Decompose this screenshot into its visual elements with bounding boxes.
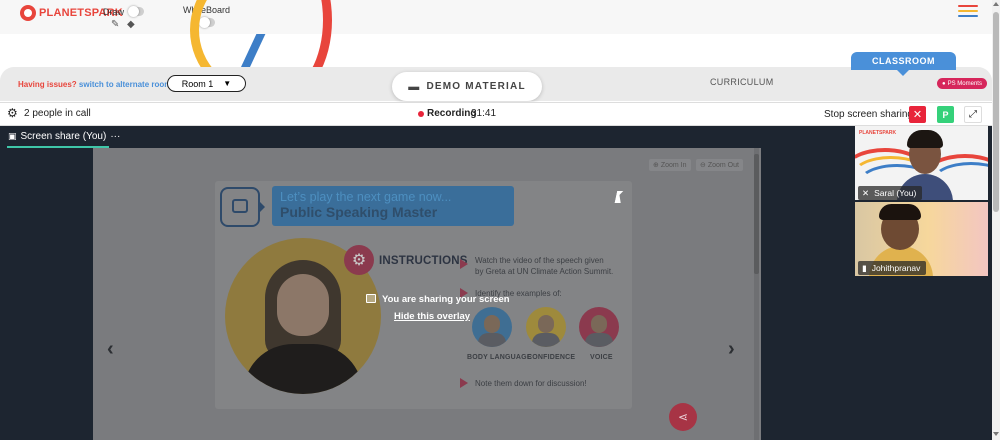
recording-label: Recording: [427, 108, 477, 119]
close-icon: ✕: [912, 109, 923, 121]
screen-share-tab-label: Screen share (You): [20, 131, 107, 142]
stop-screen-sharing-label[interactable]: Stop screen sharing: [824, 109, 913, 120]
folder-icon: ▬: [408, 80, 421, 93]
microphone-icon: ▮: [862, 262, 867, 273]
classroom-tab-label: CLASSROOM: [872, 56, 935, 66]
screen-share-icon: ▣: [8, 131, 17, 141]
p-badge-label: P: [942, 109, 949, 120]
example-label-voice: VOICE: [590, 354, 613, 361]
tile-brand-logo: PLANETSPARK: [859, 130, 897, 136]
instruction-3: Note them down for discussion!: [475, 379, 587, 388]
example-label-body-language: BODY LANGUAGE: [467, 354, 532, 361]
issue-notice: Having issues? switch to alternate room: [18, 80, 171, 89]
eraser-icon[interactable]: ◆: [127, 20, 135, 30]
mic-muted-icon: ✕: [862, 187, 870, 198]
top-toolbar: [0, 0, 992, 34]
curriculum-tab[interactable]: CURRICULUM: [710, 77, 774, 87]
share-icon[interactable]: ⋖: [669, 403, 697, 431]
room-select-value: Room 1: [181, 78, 214, 89]
zoom-in-label: Zoom In: [660, 162, 687, 169]
instruction-1-line2: by Greta at UN Climate Action Summit.: [475, 267, 614, 276]
hide-overlay-link[interactable]: Hide this overlay: [394, 311, 470, 322]
settings-gear-icon[interactable]: ⚙: [7, 106, 18, 120]
participant-name-label: Saral (You): [874, 188, 917, 198]
switch-room-link[interactable]: switch to alternate room: [79, 80, 171, 89]
participant-p-button[interactable]: P: [937, 106, 954, 123]
demo-material-button[interactable]: ▬ DEMO MATERIAL: [392, 72, 542, 101]
people-in-call: 2 people in call: [24, 108, 91, 119]
stop-sharing-button[interactable]: ✕: [909, 106, 926, 123]
hamburger-menu-icon[interactable]: [958, 5, 978, 19]
recording-dot-icon: [418, 111, 424, 117]
slide-title-line2: Public Speaking Master: [280, 204, 438, 220]
classroom-tab[interactable]: CLASSROOM: [851, 52, 956, 76]
pencil-icon[interactable]: ✎: [111, 20, 119, 30]
instruction-1-line1: Watch the video of the speech given: [475, 256, 604, 265]
example-body-language-image: [472, 307, 512, 347]
share-screen-icon: [366, 294, 376, 303]
room-select[interactable]: Room 1 ▼: [167, 75, 246, 92]
slide-scrollbar-thumb[interactable]: [754, 154, 759, 274]
bullet-triangle-icon: [460, 259, 468, 269]
planet-logo-icon: [20, 5, 36, 21]
participant-name-self: ✕ Saral (You): [858, 186, 923, 200]
ps-moments-button[interactable]: ● PS Moments: [937, 78, 987, 89]
zoom-in-button[interactable]: ⊕ Zoom In: [649, 159, 691, 171]
instructions-title: INSTRUCTIONS: [379, 255, 468, 267]
expand-icon: ⤢: [969, 109, 977, 120]
zoom-out-label: Zoom Out: [707, 162, 739, 169]
more-options-icon[interactable]: ···: [110, 131, 120, 142]
draw-label: Draw: [103, 7, 125, 17]
slide-title-line1: Let’s play the next game now...: [280, 190, 452, 204]
participant-name-label: Johithpranav: [871, 263, 921, 273]
bullet-triangle-icon: [460, 378, 468, 388]
slide-title-banner: Let’s play the next game now... Public S…: [272, 186, 514, 226]
draw-toggle[interactable]: [128, 6, 144, 17]
example-label-confidence: CONFIDENCE: [527, 354, 576, 361]
caret-down-icon: ▼: [223, 79, 232, 88]
previous-slide-chevron-icon[interactable]: ‹: [107, 338, 114, 361]
page-scrollbar-thumb[interactable]: [993, 12, 999, 212]
recording-timer: 31:41: [471, 108, 497, 119]
issue-prefix: Having issues?: [18, 80, 77, 89]
next-slide-chevron-icon[interactable]: ›: [728, 338, 735, 361]
demo-material-label: DEMO MATERIAL: [426, 81, 526, 92]
ps-moments-label: PS Moments: [947, 80, 982, 87]
instructions-gear-icon: ⚙: [344, 245, 374, 275]
fullscreen-button[interactable]: ⤢: [964, 106, 982, 123]
example-voice-image: [579, 307, 619, 347]
robot-icon: [220, 187, 265, 227]
participant-name-student: ▮ Johithpranav: [858, 261, 927, 275]
camera-icon: ●: [942, 80, 946, 87]
app-root: PLANETSPARK Draw ✎ ◆ WhiteBoard Having i…: [0, 0, 1000, 440]
scroll-down-arrow-icon[interactable]: [993, 432, 999, 436]
sharing-overlay-message: You are sharing your screen: [382, 294, 510, 305]
zoom-out-button[interactable]: ⊖ Zoom Out: [696, 159, 743, 171]
example-confidence-image: [526, 307, 566, 347]
scroll-up-arrow-icon[interactable]: [993, 2, 999, 6]
screen-share-tab[interactable]: ▣ Screen share (You) ···: [8, 131, 120, 142]
